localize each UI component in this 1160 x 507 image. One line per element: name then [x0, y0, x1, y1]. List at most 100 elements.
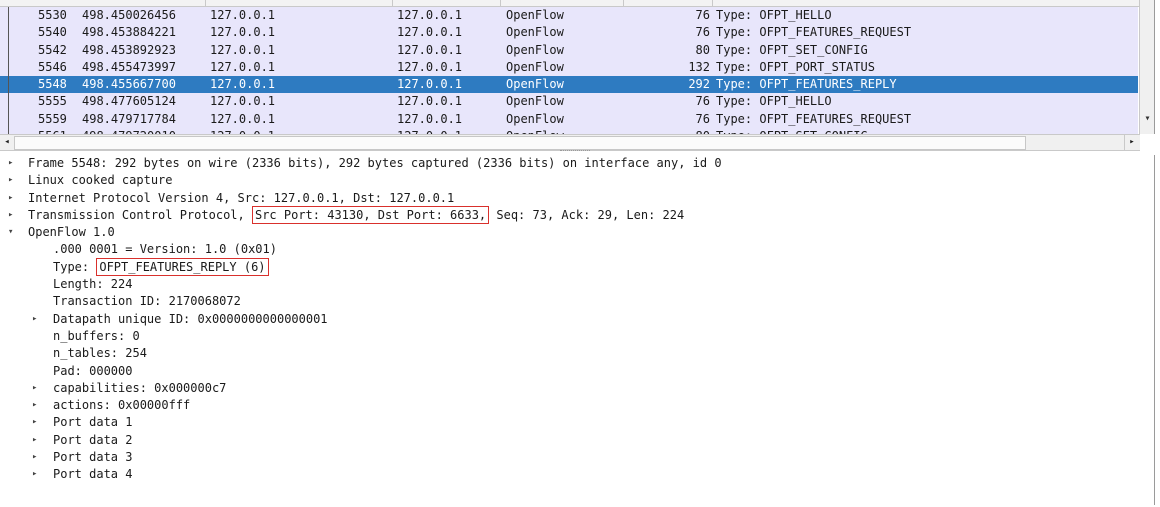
collapse-arrow-icon[interactable]: ▸	[32, 380, 37, 397]
scroll-left-arrow-icon[interactable]: ◂	[0, 135, 14, 150]
collapse-arrow-icon[interactable]: ▸	[32, 397, 37, 414]
collapse-arrow-icon[interactable]: ▸	[32, 311, 37, 328]
packet-row[interactable]: 5542 498.453892923 127.0.0.1 127.0.0.1 OpenF…	[0, 41, 1138, 59]
packet-time-cell: 498.477605124	[82, 94, 176, 109]
packet-proto-cell: OpenFlow	[506, 111, 564, 126]
tree-item-text: n_tables: 254	[53, 346, 147, 361]
packet-row[interactable]: 5555 498.477605124 127.0.0.1 127.0.0.1 OpenF…	[0, 93, 1138, 111]
column-separator[interactable]	[500, 0, 501, 6]
packet-len-cell: 292	[688, 77, 710, 92]
collapse-arrow-icon[interactable]: ▸	[32, 432, 37, 449]
tree-item[interactable]: .000 0001 = Version: 1.0 (0x01)	[0, 241, 1154, 258]
tree-item-text: .000 0001 = Version: 1.0 (0x01)	[53, 242, 277, 257]
packet-row-selected[interactable]: 5548 498.455667700 127.0.0.1 127.0.0.1 OpenF…	[0, 76, 1138, 94]
packet-src-cell: 127.0.0.1	[210, 25, 276, 40]
tree-item[interactable]: Length: 224	[0, 276, 1154, 293]
packet-len-cell: 76	[695, 8, 710, 22]
packet-row[interactable]: 5546 498.455473997 127.0.0.1 127.0.0.1 OpenF…	[0, 58, 1138, 77]
tree-item[interactable]: ▸ actions: 0x00000fff	[0, 397, 1154, 414]
packet-len-cell: 76	[695, 25, 710, 40]
tree-item[interactable]: ▸ Port data 4	[0, 466, 1154, 483]
horizontal-scrollbar[interactable]: ◂ ▸	[0, 134, 1140, 151]
tree-item[interactable]: Transaction ID: 2170068072	[0, 293, 1154, 310]
expand-arrow-icon[interactable]: ▾	[8, 224, 13, 241]
packet-src-cell: 127.0.0.1	[210, 59, 276, 74]
tree-item-label: Type: OFPT_FEATURES_REPLY (6)	[53, 257, 269, 276]
pane-splitter-grip[interactable]	[560, 150, 590, 154]
column-separator[interactable]	[623, 0, 624, 6]
collapse-arrow-icon[interactable]: ▸	[8, 207, 13, 224]
packet-time-cell: 498.450026456	[82, 8, 176, 22]
scroll-down-arrow-icon[interactable]: ▾	[1140, 112, 1154, 126]
collapse-arrow-icon[interactable]: ▸	[32, 466, 37, 483]
packet-time-cell: 498.453892923	[82, 42, 176, 57]
packet-proto-cell: OpenFlow	[506, 94, 564, 109]
packet-row[interactable]: 5559 498.479717784 127.0.0.1 127.0.0.1 OpenF…	[0, 110, 1138, 129]
tree-item-text: actions: 0x00000fff	[53, 398, 191, 413]
column-header[interactable]	[0, 0, 1140, 7]
packet-info-cell: Type: OFPT_FEATURES_REPLY	[716, 77, 897, 92]
tree-item[interactable]: ▸ Port data 3	[0, 449, 1154, 466]
tree-item[interactable]: ▾ OpenFlow 1.0	[0, 224, 1154, 241]
packet-info-cell: Type: OFPT_FEATURES_REQUEST	[716, 25, 912, 40]
tree-item[interactable]: Type: OFPT_FEATURES_REPLY (6)	[0, 257, 1154, 276]
scrollbar-thumb[interactable]	[14, 136, 1026, 150]
column-separator[interactable]	[205, 0, 206, 6]
scroll-right-arrow-icon[interactable]: ▸	[1124, 135, 1139, 150]
packet-proto-cell: OpenFlow	[506, 42, 564, 57]
tree-item-text: Frame 5548: 292 bytes on wire (2336 bits…	[28, 156, 722, 170]
tree-item[interactable]: n_buffers: 0	[0, 328, 1154, 345]
packet-no-cell: 5540	[38, 25, 67, 40]
tree-item-text: capabilities: 0x000000c7	[53, 380, 227, 395]
tree-item[interactable]: ▸ Port data 2	[0, 432, 1154, 449]
packet-dst-cell: 127.0.0.1	[397, 42, 463, 57]
packet-proto-cell: OpenFlow	[506, 8, 564, 22]
packet-row[interactable]: 5530 498.450026456 127.0.0.1 127.0.0.1 OpenF…	[0, 7, 1138, 25]
tree-item-label: Port data 4	[53, 466, 132, 483]
packet-dst-cell: 127.0.0.1	[397, 8, 463, 22]
tree-item[interactable]: ▸ Internet Protocol Version 4, Src: 127.0…	[0, 190, 1154, 207]
tree-item[interactable]: ▸ Transmission Control Protocol, Src Port…	[0, 205, 1154, 224]
tree-item[interactable]: ▸ Datapath unique ID: 0x0000000000000001	[0, 311, 1154, 328]
packet-no-cell: 5542	[38, 42, 67, 57]
tree-item[interactable]: ▸ Port data 1	[0, 414, 1154, 431]
packet-rows: 5530 498.450026456 127.0.0.1 127.0.0.1 OpenF…	[0, 7, 1138, 134]
tree-item-text: Transaction ID: 2170068072	[53, 294, 241, 309]
packet-time-cell: 498.455667700	[82, 77, 176, 92]
packet-len-cell: 132	[688, 59, 710, 74]
tree-item-text: Datapath unique ID: 0x0000000000000001	[53, 311, 328, 326]
tree-item[interactable]: Pad: 000000	[0, 363, 1154, 380]
tree-item[interactable]: ▸ Linux cooked capture	[0, 172, 1154, 189]
packet-time-cell: 498.455473997	[82, 59, 176, 74]
collapse-arrow-icon[interactable]: ▸	[8, 172, 13, 189]
tree-item[interactable]: n_tables: 254	[0, 345, 1154, 362]
packet-info-cell: Type: OFPT_PORT_STATUS	[716, 59, 875, 74]
tree-item-label: n_buffers: 0	[53, 328, 140, 345]
tree-item-label: OpenFlow 1.0	[28, 224, 115, 241]
packet-no-cell: 5555	[38, 94, 67, 109]
packet-proto-cell: OpenFlow	[506, 77, 564, 92]
tree-item-text: n_buffers: 0	[53, 328, 140, 343]
collapse-arrow-icon[interactable]: ▸	[32, 449, 37, 466]
packet-list[interactable]: 5530 498.450026456 127.0.0.1 127.0.0.1 OpenF…	[0, 0, 1155, 134]
packet-dst-cell: 127.0.0.1	[397, 59, 463, 74]
packet-src-cell: 127.0.0.1	[210, 8, 276, 22]
tree-item-label: Port data 1	[53, 414, 132, 431]
packet-row[interactable]: 5540 498.453884221 127.0.0.1 127.0.0.1 OpenF…	[0, 24, 1138, 42]
column-separator[interactable]	[392, 0, 393, 6]
highlighted-field: Src Port: 43130, Dst Port: 6633,	[251, 205, 490, 224]
tree-item-label: Port data 2	[53, 432, 132, 449]
collapse-arrow-icon[interactable]: ▸	[8, 190, 13, 207]
packet-dst-cell: 127.0.0.1	[397, 94, 463, 109]
packet-dst-cell: 127.0.0.1	[397, 77, 463, 92]
related-packet-line	[8, 7, 9, 134]
tree-item-label: Frame 5548: 292 bytes on wire (2336 bits…	[28, 155, 722, 172]
collapse-arrow-icon[interactable]: ▸	[8, 155, 13, 172]
packet-proto-cell: OpenFlow	[506, 59, 564, 74]
tree-item-label: Internet Protocol Version 4, Src: 127.0.…	[28, 190, 454, 207]
tree-item[interactable]: ▸ capabilities: 0x000000c7	[0, 380, 1154, 397]
collapse-arrow-icon[interactable]: ▸	[32, 414, 37, 431]
tree-item[interactable]: ▸ Frame 5548: 292 bytes on wire (2336 bit…	[0, 155, 1154, 172]
column-separator[interactable]	[712, 0, 713, 6]
vertical-scrollbar[interactable]: ▾	[1139, 0, 1154, 134]
